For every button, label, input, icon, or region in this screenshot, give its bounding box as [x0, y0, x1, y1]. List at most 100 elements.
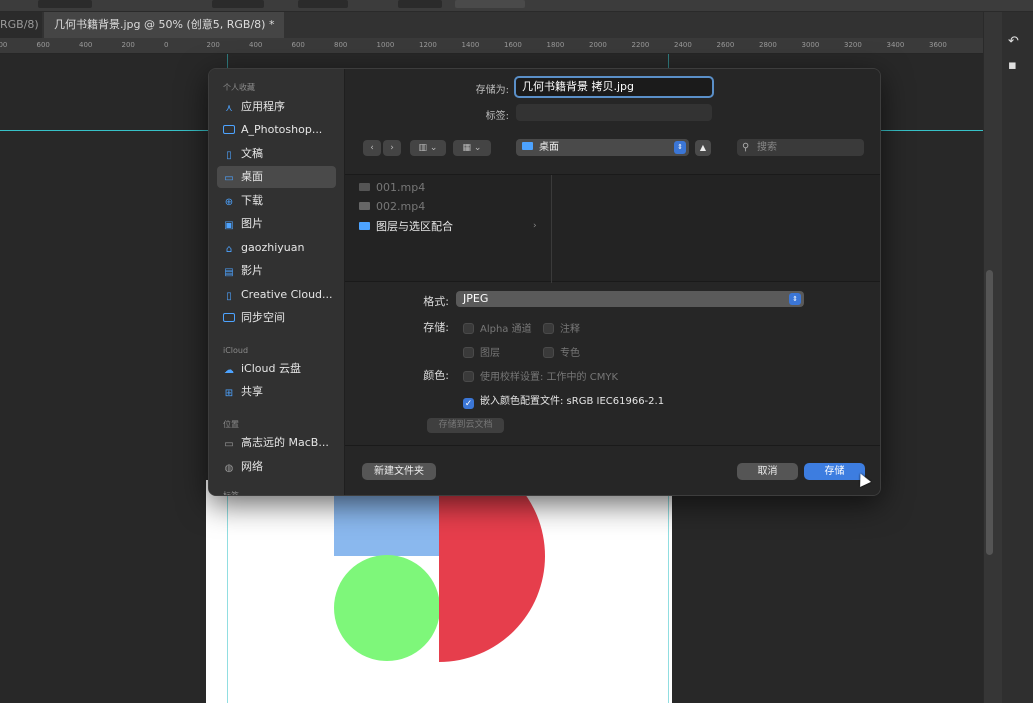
download-icon: ⊕: [224, 197, 234, 208]
ruler-tick-label: 2200: [631, 41, 650, 49]
sidebar-item-pictures[interactable]: ▣ 图片: [217, 213, 336, 235]
option-field[interactable]: [298, 0, 348, 8]
green-circle-shape[interactable]: [334, 555, 440, 661]
chevron-up-icon: ▲: [699, 143, 707, 152]
history-icon[interactable]: ↶: [1008, 34, 1019, 49]
sidebar-item-downloads[interactable]: ⊕ 下载: [217, 190, 336, 212]
ruler-tick-label: 800: [334, 41, 348, 49]
file-item[interactable]: 001.mp4: [359, 181, 425, 194]
save-options-label: 存储:: [423, 321, 449, 334]
search-input[interactable]: ⚲ 搜索: [737, 139, 864, 156]
horizontal-ruler[interactable]: 8006004002000200400600800100012001400160…: [0, 38, 983, 54]
new-folder-button[interactable]: 新建文件夹: [362, 463, 436, 480]
format-label: 格式:: [423, 295, 449, 308]
comment-icon[interactable]: ▪: [1008, 58, 1017, 73]
checkbox-icon: [463, 371, 474, 382]
grid-icon: ▦ ⌄: [462, 143, 482, 153]
chevron-right-icon: ›: [533, 221, 537, 231]
sidebar-item-shared[interactable]: ⊞ 共享: [217, 381, 336, 403]
search-icon: ⚲: [742, 142, 750, 153]
sidebar-item-creative-cloud[interactable]: ▯ Creative Cloud...: [217, 284, 336, 306]
sidebar-item-photoshop-folder[interactable]: A_Photoshop...: [217, 119, 336, 141]
location-select[interactable]: 桌面 ⇕: [516, 139, 689, 156]
forward-button[interactable]: ›: [383, 140, 401, 156]
folder-item[interactable]: 图层与选区配合: [359, 218, 453, 234]
checkbox-icon: [463, 347, 474, 358]
file-item[interactable]: 002.mp4: [359, 200, 425, 213]
sidebar-item-macbook[interactable]: ▭ 高志远的 MacB...: [217, 432, 336, 454]
spot-color-checkbox[interactable]: 专色: [543, 344, 580, 359]
ruler-tick-label: 800: [0, 41, 8, 49]
ruler-tick-label: 200: [206, 41, 220, 49]
ruler-tick-label: 600: [291, 41, 305, 49]
video-file-icon: [359, 183, 370, 191]
collapse-button[interactable]: ▲: [695, 140, 711, 156]
sidebar-item-documents[interactable]: ▯ 文稿: [217, 143, 336, 165]
tab-label: 几何书籍背景.jpg @ 50% (创意5, RGB/8) *: [54, 18, 275, 31]
sidebar-item-applications[interactable]: ⋏ 应用程序: [217, 96, 336, 118]
format-select[interactable]: JPEG ⇕: [456, 291, 804, 307]
document-icon: ▯: [226, 291, 232, 302]
column-divider[interactable]: [551, 175, 552, 283]
view-grid-button[interactable]: ▦ ⌄: [453, 140, 491, 156]
document-icon: ▯: [226, 150, 232, 161]
applications-icon: ⋏: [225, 103, 233, 114]
folder-icon: [359, 222, 370, 230]
document-tab-inactive[interactable]: RGB/8): [0, 12, 42, 38]
ruler-tick-label: 400: [79, 41, 93, 49]
checkbox-icon: [463, 323, 474, 334]
updown-chevron-icon: ⇕: [674, 141, 686, 154]
ruler-tick-label: 1600: [504, 41, 522, 49]
home-icon: ⌂: [225, 244, 233, 255]
dialog-main: 存储为: 几何书籍背景 拷贝.jpg 标签: ‹ › ▥ ⌄ ▦ ⌄ 桌面 ⇕ …: [345, 69, 880, 495]
ruler-tick-label: 1000: [376, 41, 395, 49]
checkbox-icon: [543, 347, 554, 358]
use-proof-setup-checkbox[interactable]: 使用校样设置: 工作中的 CMYK: [463, 368, 618, 383]
ruler-tick-label: 3000: [801, 41, 820, 49]
video-file-icon: [359, 202, 370, 210]
alpha-channel-checkbox[interactable]: Alpha 通道: [463, 320, 532, 335]
save-as-input[interactable]: 几何书籍背景 拷贝.jpg: [514, 76, 714, 98]
cancel-button[interactable]: 取消: [737, 463, 798, 480]
icloud-header: iCloud: [223, 346, 249, 355]
footer-divider: [345, 445, 880, 446]
ruler-tick-label: 2600: [716, 41, 735, 49]
folder-icon: [223, 313, 235, 322]
film-icon: ▤: [224, 267, 234, 278]
ruler-tick-label: 3600: [929, 41, 947, 49]
desktop-icon: ▭: [224, 173, 234, 184]
vertical-scrollbar[interactable]: [986, 270, 993, 555]
ruler-tick-label: 3200: [844, 41, 862, 49]
layers-checkbox[interactable]: 图层: [463, 344, 500, 359]
back-button[interactable]: ‹: [363, 140, 381, 156]
option-field[interactable]: [212, 0, 264, 8]
folder-icon: [522, 142, 533, 150]
checkbox-icon: [543, 323, 554, 334]
embed-color-profile-checkbox[interactable]: ✓ 嵌入颜色配置文件: sRGB IEC61966-2.1: [463, 392, 664, 409]
document-tab-active[interactable]: 几何书籍背景.jpg @ 50% (创意5, RGB/8) *: [44, 12, 285, 38]
sidebar-item-desktop[interactable]: ▭ 桌面: [217, 166, 336, 188]
sidebar-item-sync-space[interactable]: 同步空间: [217, 307, 336, 329]
sidebar-item-home[interactable]: ⌂ gaozhiyuan: [217, 237, 336, 259]
tags-input[interactable]: [516, 104, 712, 121]
view-columns-button[interactable]: ▥ ⌄: [410, 140, 446, 156]
sidebar-item-icloud-drive[interactable]: ☁ iCloud 云盘: [217, 358, 336, 380]
pictures-icon: ▣: [224, 220, 234, 231]
ruler-tick-label: 3400: [886, 41, 905, 49]
ruler-tick-label: 2800: [759, 41, 777, 49]
sidebar-item-network[interactable]: ◍ 网络: [217, 456, 336, 478]
option-field[interactable]: [38, 0, 92, 8]
save-as-dialog: 个人收藏 ⋏ 应用程序 A_Photoshop... ▯ 文稿 ▭ 桌面 ⊕ 下载 ▣ 图…: [208, 68, 881, 496]
sidebar-item-movies[interactable]: ▤ 影片: [217, 260, 336, 282]
notes-checkbox[interactable]: 注释: [543, 320, 580, 335]
option-button[interactable]: [455, 0, 525, 8]
tab-label: RGB/8): [0, 18, 39, 31]
shared-folder-icon: ⊞: [224, 388, 234, 399]
ruler-tick-label: 1400: [461, 41, 480, 49]
ruler-tick-label: 0: [164, 41, 169, 49]
option-field[interactable]: [398, 0, 442, 8]
cloud-icon: ☁: [224, 365, 234, 376]
document-tab-bar: RGB/8) 几何书籍背景.jpg @ 50% (创意5, RGB/8) *: [0, 12, 1033, 38]
save-to-cloud-button[interactable]: 存储到云文档: [427, 418, 504, 433]
color-label: 颜色:: [423, 369, 449, 382]
